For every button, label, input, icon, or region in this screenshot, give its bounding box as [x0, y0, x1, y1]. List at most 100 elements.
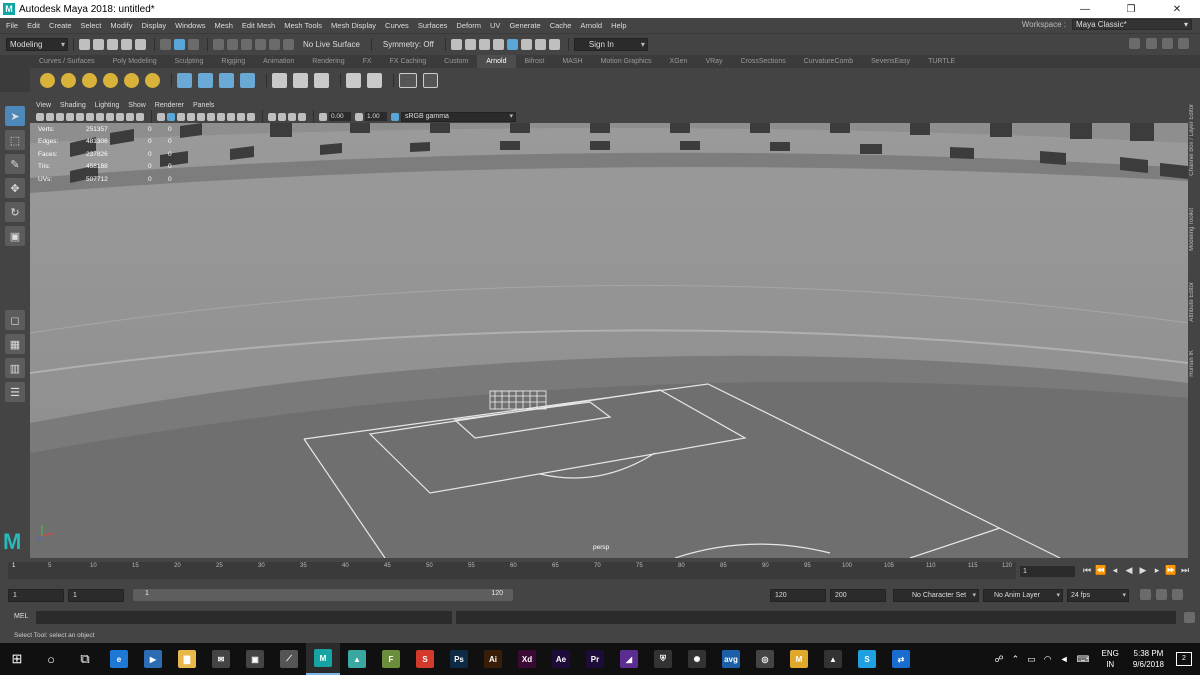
playback-start-field[interactable]: 1	[68, 589, 124, 602]
network-icon[interactable]: ▭	[1027, 654, 1036, 665]
safe-action-icon[interactable]	[126, 112, 134, 121]
people-icon[interactable]: ☍	[995, 654, 1004, 665]
camera-attributes-icon[interactable]	[46, 112, 54, 121]
outliner-icon[interactable]: ☰	[5, 382, 25, 402]
select-component-icon[interactable]	[188, 38, 199, 50]
select-hierarchy-icon[interactable]	[160, 38, 171, 50]
safe-title-icon[interactable]	[136, 112, 144, 121]
taskbar-app-mail[interactable]: ✉	[204, 643, 238, 675]
ipr-render-icon[interactable]	[478, 38, 490, 50]
script-editor-icon[interactable]	[1184, 612, 1195, 623]
keyboard-icon[interactable]: ⌨	[1077, 654, 1090, 665]
fps-dropdown[interactable]: 24 fps	[1067, 589, 1129, 602]
select-tool-icon[interactable]: ➤	[5, 106, 25, 126]
physical-sky-icon[interactable]	[145, 72, 160, 88]
shelf-tab-fx[interactable]: FX	[354, 55, 381, 68]
xray-icon[interactable]	[278, 112, 286, 121]
lasso-tool-icon[interactable]: ⬚	[5, 130, 25, 150]
light-portal-icon[interactable]	[124, 72, 139, 88]
menu-cache[interactable]: Cache	[550, 21, 572, 30]
menu-curves[interactable]: Curves	[385, 21, 409, 30]
scale-tool-icon[interactable]: ▣	[5, 226, 25, 246]
shelf-tab-turtle[interactable]: TURTLE	[919, 55, 964, 68]
gamma-icon[interactable]	[355, 112, 363, 121]
redo-icon[interactable]	[135, 38, 146, 50]
anti-aliasing-icon[interactable]	[237, 112, 245, 121]
snap-curve-icon[interactable]	[227, 38, 238, 50]
shelf-tab-motion-graphics[interactable]: Motion Graphics	[592, 55, 661, 68]
menu-edit-mesh[interactable]: Edit Mesh	[242, 21, 275, 30]
menu-mesh-display[interactable]: Mesh Display	[331, 21, 376, 30]
panel-menu-view[interactable]: View	[36, 102, 51, 109]
ambient-occlusion-icon[interactable]	[217, 112, 225, 121]
panel-menu-shading[interactable]: Shading	[60, 102, 86, 109]
step-forward-frame-icon[interactable]: ▸	[1150, 565, 1164, 576]
render-view-shelf-icon[interactable]	[346, 72, 361, 88]
range-bar[interactable]: 1 120	[133, 589, 513, 601]
shelf-tab-xgen[interactable]: XGen	[661, 55, 697, 68]
attribute-editor-tab[interactable]: Attribute Editor	[1189, 282, 1195, 322]
go-to-start-icon[interactable]: ⏮	[1080, 565, 1094, 576]
export-ass-icon[interactable]	[240, 72, 255, 88]
menu-uv[interactable]: UV	[490, 21, 500, 30]
taskbar-app-maya[interactable]: M	[306, 643, 340, 675]
photometric-light-icon[interactable]	[103, 72, 118, 88]
snap-surface-icon[interactable]	[269, 38, 280, 50]
render-settings-icon[interactable]	[492, 38, 504, 50]
start-time-field[interactable]: 1	[8, 589, 64, 602]
viewport-persp[interactable]: Verts: 251357 0 0 Edges: 481306 0 0 Faces: 2378…	[30, 123, 1188, 558]
symmetry-label[interactable]: Symmetry: Off	[383, 40, 434, 49]
taskbar-app-mudbox[interactable]: ▲	[340, 643, 374, 675]
render-current-icon[interactable]	[464, 38, 476, 50]
menu-edit[interactable]: Edit	[27, 21, 40, 30]
select-camera-icon[interactable]	[36, 112, 44, 121]
panel-menu-renderer[interactable]: Renderer	[155, 102, 184, 109]
script-language-label[interactable]: MEL	[14, 613, 28, 620]
close-button[interactable]: ✕	[1154, 0, 1200, 18]
four-view-icon[interactable]: ▦	[5, 334, 25, 354]
shelf-tab-vray[interactable]: VRay	[696, 55, 731, 68]
view-transform-dropdown[interactable]: sRGB gamma	[401, 111, 516, 122]
step-back-key-icon[interactable]: ⏪	[1094, 565, 1108, 576]
new-scene-icon[interactable]	[79, 38, 90, 50]
input-language[interactable]: ENG IN	[1102, 648, 1119, 670]
taskbar-app-vs[interactable]: ◢	[612, 643, 646, 675]
taskbar-app-maya-2017[interactable]: ⟋	[272, 643, 306, 675]
time-ruler[interactable]: 1 5 10 15 20 25 30 35 40 45 50 55 60 65 …	[8, 562, 1016, 579]
film-gate-icon[interactable]	[86, 112, 94, 121]
eye-icon[interactable]	[399, 72, 417, 88]
step-back-frame-icon[interactable]: ◂	[1108, 565, 1122, 576]
taskbar-app-explorer[interactable]: ▇	[170, 643, 204, 675]
image-plane-icon[interactable]	[66, 112, 74, 121]
rotate-tool-icon[interactable]: ↻	[5, 202, 25, 222]
anim-layer-dropdown[interactable]: No Anim Layer	[983, 589, 1063, 602]
render-sequence-icon[interactable]	[548, 38, 560, 50]
hypershade-icon[interactable]	[506, 38, 518, 50]
cortana-icon[interactable]: ○	[34, 643, 68, 675]
maximize-button[interactable]: ❐	[1108, 0, 1154, 18]
channel-box-tab[interactable]: Channel Box / Layer Editor	[1189, 104, 1195, 176]
volume-icon[interactable]: ◄	[1060, 654, 1069, 664]
ipr-shelf-icon[interactable]	[367, 72, 382, 88]
sky-dome-light-icon[interactable]	[61, 72, 76, 88]
standin-icon[interactable]	[177, 72, 192, 88]
minimize-button[interactable]: —	[1062, 0, 1108, 18]
playback-end-field[interactable]: 120	[770, 589, 826, 602]
shelf-tab-curvaturecomb[interactable]: CurvatureComb	[795, 55, 862, 68]
play-icon[interactable]	[423, 72, 438, 88]
taskbar-app-xd[interactable]: Xd	[510, 643, 544, 675]
panel-menu-lighting[interactable]: Lighting	[95, 102, 120, 109]
license-icon[interactable]	[314, 72, 329, 88]
shelf-tab-sevenseasy[interactable]: SevensEasy	[862, 55, 919, 68]
taskbar-app-avg[interactable]: avg	[714, 643, 748, 675]
task-view-icon[interactable]: ⧉	[68, 643, 102, 675]
menu-modify[interactable]: Modify	[110, 21, 132, 30]
menu-select[interactable]: Select	[81, 21, 102, 30]
taskbar-app-photoshop[interactable]: Ps	[442, 643, 476, 675]
shadows-icon[interactable]	[207, 112, 215, 121]
depth-of-field-icon[interactable]	[247, 112, 255, 121]
procedural-icon[interactable]	[219, 72, 234, 88]
taskbar-app-powershell[interactable]: ▶	[136, 643, 170, 675]
loop-icon[interactable]	[1156, 589, 1168, 600]
taskbar-app-store[interactable]: ▣	[238, 643, 272, 675]
